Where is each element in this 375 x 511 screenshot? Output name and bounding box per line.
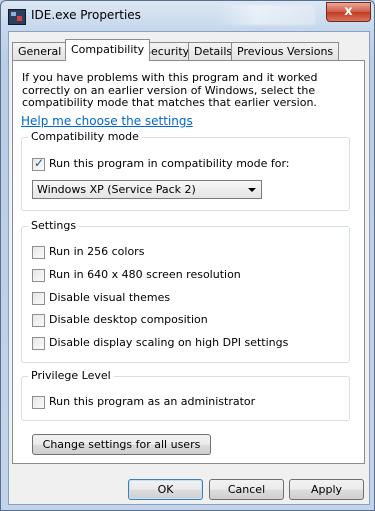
compat-mode-checkbox[interactable] [32,156,45,171]
close-icon: x [344,4,353,19]
settings-group: Settings Run in 256 colors Run in 640 x … [21,219,350,363]
setting-256-colors-label: Run in 256 colors [49,245,145,258]
ok-button[interactable]: OK [128,479,203,500]
apply-button[interactable]: Apply [289,479,364,500]
close-button[interactable]: x [326,2,371,22]
setting-disable-composition-checkbox[interactable] [32,314,45,327]
setting-disable-dpi-scaling-checkbox[interactable] [32,337,45,350]
help-link[interactable]: Help me choose the settings [21,114,193,128]
tab-previous-versions[interactable]: Previous Versions [231,42,340,60]
app-icon [8,9,26,25]
setting-disable-themes-label: Disable visual themes [49,291,171,304]
tab-compatibility[interactable]: Compatibility [65,39,151,61]
compat-mode-checkbox-label: Run this program in compatibility mode f… [49,157,290,170]
tab-general[interactable]: General [12,42,68,60]
run-as-admin-label: Run this program as an administrator [49,395,256,408]
privilege-level-group: Privilege Level Run this program as an a… [21,369,350,421]
setting-disable-themes-checkbox[interactable] [32,292,45,305]
setting-256-colors-checkbox[interactable] [32,246,45,259]
setting-disable-composition-label: Disable desktop composition [49,313,208,326]
dialog-client: General Compatibility Security Details P… [8,31,370,505]
privilege-level-label: Privilege Level [28,369,114,382]
compat-mode-select[interactable]: Windows XP (Service Pack 2) [32,180,262,199]
setting-640x480-checkbox[interactable] [32,269,45,282]
properties-window: IDE.exe Properties x General Compatibili… [0,0,375,511]
run-as-admin-checkbox[interactable] [32,396,45,409]
settings-label: Settings [28,219,80,232]
compat-mode-selected-value: Windows XP (Service Pack 2) [37,183,196,196]
intro-text: If you have problems with this program a… [22,71,318,109]
change-settings-all-users-button[interactable]: Change settings for all users [32,434,211,455]
tab-strip: General Compatibility Security Details P… [12,39,372,61]
window-title: IDE.exe Properties [31,8,141,22]
title-bar-glass [216,5,316,25]
setting-disable-dpi-scaling-label: Disable display scaling on high DPI sett… [49,336,289,349]
compatibility-mode-group: Compatibility mode Run this program in c… [21,130,350,211]
compatibility-panel: If you have problems with this program a… [12,60,365,464]
cancel-button[interactable]: Cancel [209,479,284,500]
title-bar[interactable]: IDE.exe Properties x [1,1,374,31]
chevron-down-icon [248,188,256,192]
setting-640x480-label: Run in 640 x 480 screen resolution [49,268,241,281]
compatibility-mode-label: Compatibility mode [28,130,142,143]
